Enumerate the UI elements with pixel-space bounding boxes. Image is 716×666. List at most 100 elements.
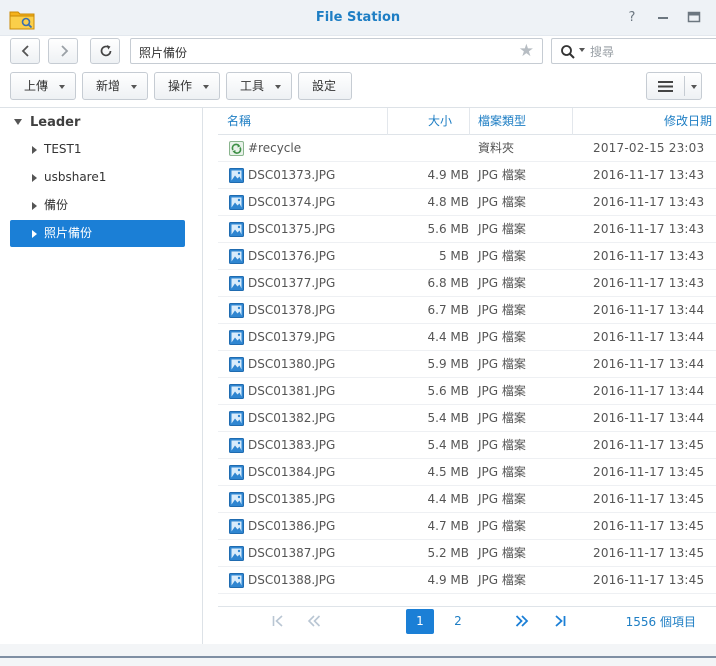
file-type: JPG 檔案 <box>478 330 526 344</box>
caret-down-icon[interactable] <box>14 119 22 125</box>
last-page-icon[interactable] <box>548 609 572 634</box>
chevron-down-icon[interactable] <box>691 85 697 89</box>
file-size: 4.9 MB <box>427 168 469 182</box>
refresh-button[interactable] <box>90 38 120 64</box>
file-size: 5.9 MB <box>427 357 469 371</box>
image-icon <box>229 492 244 507</box>
file-type: JPG 檔案 <box>478 276 526 290</box>
caret-right-icon[interactable] <box>32 146 37 154</box>
file-modified: 2016-11-17 13:43 <box>593 168 705 182</box>
tree-item-photo-backup[interactable]: 照片備份 <box>10 220 185 247</box>
file-name: DSC01388.JPG <box>248 573 336 587</box>
column-header-size[interactable]: 大小 <box>390 108 452 135</box>
settings-button-label: 設定 <box>312 79 337 93</box>
minimize-icon[interactable] <box>655 10 671 26</box>
search-icon[interactable] <box>560 44 576 60</box>
table-row[interactable]: DSC01385.JPG 4.4 MB JPG 檔案 2016-11-17 13:45 <box>218 486 716 513</box>
table-row[interactable]: DSC01381.JPG 5.6 MB JPG 檔案 2016-11-17 13:44 <box>218 378 716 405</box>
upload-button[interactable]: 上傳 <box>10 72 76 100</box>
tree-item-usbshare1[interactable]: usbshare1 <box>10 164 185 191</box>
table-row[interactable]: DSC01373.JPG 4.9 MB JPG 檔案 2016-11-17 13:43 <box>218 162 716 189</box>
chevron-down-icon <box>203 85 209 89</box>
table-row[interactable]: DSC01377.JPG 6.8 MB JPG 檔案 2016-11-17 13:43 <box>218 270 716 297</box>
tree-item-backup[interactable]: 備份 <box>10 192 185 219</box>
file-name: DSC01378.JPG <box>248 303 336 317</box>
tree-item-label: usbshare1 <box>44 170 107 184</box>
file-type: JPG 檔案 <box>478 546 526 560</box>
search-options-icon[interactable] <box>579 48 585 52</box>
table-row[interactable]: #recycle 資料夾 2017-02-15 23:03 <box>218 135 716 162</box>
tools-button[interactable]: 工具 <box>226 72 292 100</box>
image-icon <box>229 411 244 426</box>
tree-item-label: 照片備份 <box>44 226 93 240</box>
forward-button[interactable] <box>48 38 78 64</box>
table-row[interactable]: DSC01387.JPG 5.2 MB JPG 檔案 2016-11-17 13:45 <box>218 540 716 567</box>
tree-root[interactable]: Leader <box>14 114 80 132</box>
search-box[interactable] <box>551 38 716 64</box>
file-type: JPG 檔案 <box>478 438 526 452</box>
table-row[interactable]: DSC01380.JPG 5.9 MB JPG 檔案 2016-11-17 13:44 <box>218 351 716 378</box>
file-list: 名稱 大小 檔案類型 修改日期 #recycle 資料夾 2017-02-15 23… <box>218 108 716 606</box>
view-mode-button[interactable] <box>646 72 702 100</box>
caret-right-icon[interactable] <box>32 174 37 182</box>
column-resizer[interactable] <box>572 108 573 135</box>
table-row[interactable]: DSC01378.JPG 6.7 MB JPG 檔案 2016-11-17 13:44 <box>218 297 716 324</box>
table-row[interactable]: DSC01382.JPG 5.4 MB JPG 檔案 2016-11-17 13:44 <box>218 405 716 432</box>
file-type: JPG 檔案 <box>478 222 526 236</box>
path-text: 照片備份 <box>139 46 188 60</box>
file-name: DSC01374.JPG <box>248 195 336 209</box>
column-header-name[interactable]: 名稱 <box>227 108 251 135</box>
table-row[interactable]: DSC01386.JPG 4.7 MB JPG 檔案 2016-11-17 13:45 <box>218 513 716 540</box>
file-size <box>390 135 469 162</box>
caret-right-icon[interactable] <box>32 230 37 238</box>
image-icon <box>229 357 244 372</box>
table-row[interactable]: DSC01375.JPG 5.6 MB JPG 檔案 2016-11-17 13:43 <box>218 216 716 243</box>
column-header-type[interactable]: 檔案類型 <box>478 108 526 135</box>
image-icon <box>229 573 244 588</box>
column-resizer[interactable] <box>387 108 388 135</box>
path-field[interactable]: 照片備份 ★ <box>130 38 543 64</box>
star-icon[interactable]: ★ <box>519 41 534 61</box>
table-row[interactable]: DSC01376.JPG 5 MB JPG 檔案 2016-11-17 13:43 <box>218 243 716 270</box>
file-type: JPG 檔案 <box>478 168 526 182</box>
file-modified: 2017-02-15 23:03 <box>593 141 705 155</box>
tree-item-test1[interactable]: TEST1 <box>10 136 185 163</box>
column-resizer[interactable] <box>469 108 470 135</box>
panel-splitter[interactable] <box>202 108 203 644</box>
table-row[interactable]: DSC01374.JPG 4.8 MB JPG 檔案 2016-11-17 13:43 <box>218 189 716 216</box>
page-button-1[interactable]: 1 <box>406 609 434 634</box>
create-button[interactable]: 新增 <box>82 72 148 100</box>
file-size: 5.2 MB <box>427 546 469 560</box>
search-input[interactable] <box>590 43 710 60</box>
column-header-modified[interactable]: 修改日期 <box>664 108 712 135</box>
file-modified: 2016-11-17 13:45 <box>593 492 705 506</box>
back-button[interactable] <box>10 38 40 64</box>
file-type: JPG 檔案 <box>478 195 526 209</box>
upload-button-label: 上傳 <box>24 79 49 93</box>
file-size: 4.5 MB <box>427 465 469 479</box>
previous-page-icon[interactable] <box>302 609 326 634</box>
toolbar: 上傳 新增 操作 工具 設定 <box>0 72 716 100</box>
table-row[interactable]: DSC01383.JPG 5.4 MB JPG 檔案 2016-11-17 13:45 <box>218 432 716 459</box>
table-row[interactable]: DSC01388.JPG 4.9 MB JPG 檔案 2016-11-17 13:45 <box>218 567 716 594</box>
next-page-icon[interactable] <box>510 609 534 634</box>
first-page-icon[interactable] <box>266 609 290 634</box>
chevron-down-icon <box>275 85 281 89</box>
page-button-2[interactable]: 2 <box>444 609 472 634</box>
table-row[interactable]: DSC01379.JPG 4.4 MB JPG 檔案 2016-11-17 13:44 <box>218 324 716 351</box>
folder-tree: Leader TEST1 usbshare1 備份 照片備份 <box>0 108 200 644</box>
help-icon[interactable]: ? <box>624 10 640 26</box>
file-size: 4.7 MB <box>427 519 469 533</box>
file-modified: 2016-11-17 13:45 <box>593 465 705 479</box>
file-modified: 2016-11-17 13:43 <box>593 195 705 209</box>
tree-item-label: 備份 <box>44 198 69 212</box>
table-row[interactable]: DSC01384.JPG 4.5 MB JPG 檔案 2016-11-17 13:45 <box>218 459 716 486</box>
file-name: DSC01382.JPG <box>248 411 336 425</box>
caret-right-icon[interactable] <box>32 202 37 210</box>
image-icon <box>229 465 244 480</box>
window-title: File Station <box>315 10 401 25</box>
settings-button[interactable]: 設定 <box>298 72 352 100</box>
maximize-icon[interactable] <box>686 10 702 26</box>
file-type: 資料夾 <box>478 141 515 155</box>
action-button[interactable]: 操作 <box>154 72 220 100</box>
